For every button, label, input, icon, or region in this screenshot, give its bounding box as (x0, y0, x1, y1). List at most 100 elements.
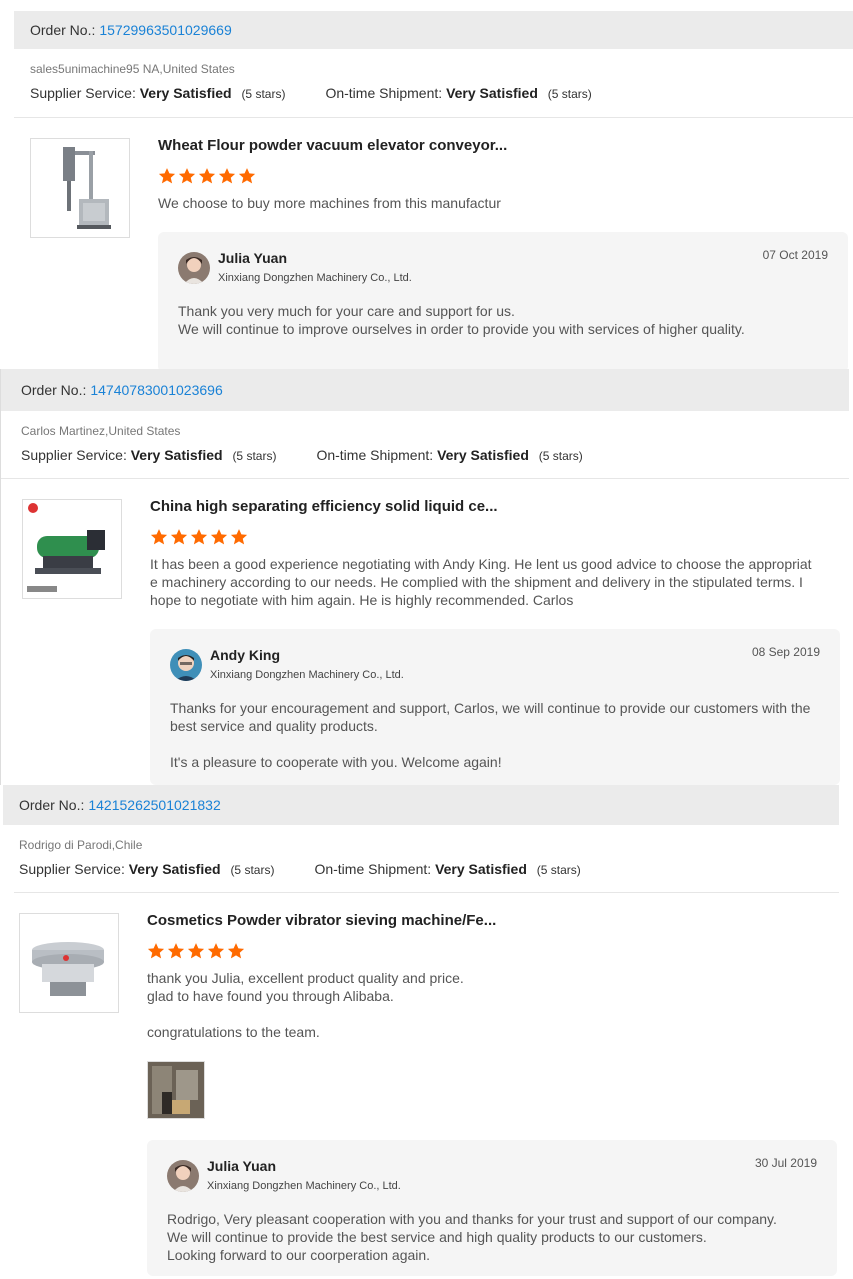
order-label: Order No.: (19, 797, 85, 813)
avatar (178, 252, 210, 284)
attachment-photo (148, 1062, 204, 1118)
vacuum-conveyor-image (31, 139, 129, 237)
product-thumbnail[interactable] (19, 913, 119, 1013)
product-title-link[interactable]: China high separating efficiency solid l… (150, 498, 498, 515)
order-label: Order No.: (21, 382, 87, 398)
buyer-name: Carlos Martinez,United States (21, 424, 181, 438)
review-text: thank you Julia, excellent product quali… (147, 969, 807, 1041)
supplier-service-rating: Supplier Service: Very Satisfied (5 star… (30, 85, 285, 101)
shipment-stars-text: (5 stars) (536, 863, 581, 877)
supplier-service-rating: Supplier Service: Very Satisfied (5 star… (21, 447, 276, 463)
order-number-bar: Order No.: 14215262501021832 (3, 785, 839, 825)
review-text: It has been a good experience negotiatin… (150, 555, 820, 609)
avatar-icon (178, 252, 210, 284)
star-icon (158, 168, 176, 184)
reply-company: Xinxiang Dongzhen Machinery Co., Ltd. (218, 272, 412, 284)
review-body: We choose to buy more machines from this… (158, 195, 501, 211)
order-number-link[interactable]: 14215262501021832 (88, 797, 220, 813)
reply-date: 08 Sep 2019 (751, 645, 820, 659)
reply-text: Rodrigo, Very pleasant cooperation with … (167, 1211, 777, 1263)
star-icon (167, 943, 185, 959)
divider (14, 892, 839, 893)
supplier-label: Supplier Service: (21, 447, 127, 463)
star-rating (158, 167, 256, 185)
review-text: We choose to buy more machines from this… (158, 194, 818, 212)
star-rating (147, 942, 245, 960)
order-card: Order No.: 15729963501029669 sales5unima… (14, 11, 853, 372)
reply-author-name: Julia Yuan (207, 1158, 276, 1174)
shipment-rating: On-time Shipment: Very Satisfied (5 star… (325, 85, 591, 101)
product-title-link[interactable]: Wheat Flour powder vacuum elevator conve… (158, 137, 507, 154)
shipment-stars-text: (5 stars) (538, 449, 583, 463)
buyer-name: Rodrigo di Parodi,Chile (19, 838, 143, 852)
star-icon (190, 529, 208, 545)
reply-author-name: Andy King (210, 647, 280, 663)
product-title-link[interactable]: Cosmetics Powder vibrator sieving machin… (147, 912, 496, 929)
star-icon (210, 529, 228, 545)
supplier-stars-text: (5 stars) (232, 449, 277, 463)
avatar-icon (170, 649, 202, 681)
star-icon (230, 529, 248, 545)
star-icon (170, 529, 188, 545)
reply-text: Thank you very much for your care and su… (178, 303, 745, 337)
shipment-label: On-time Shipment: (325, 85, 443, 101)
shipment-rating-value: Very Satisfied (437, 447, 529, 463)
review-body: thank you Julia, excellent product quali… (147, 970, 464, 1040)
star-icon (238, 168, 256, 184)
reply-author-name: Julia Yuan (218, 250, 287, 266)
divider (14, 117, 853, 118)
rating-summary: Supplier Service: Very Satisfied (5 star… (1, 445, 849, 465)
divider (1, 478, 849, 479)
shipment-rating-value: Very Satisfied (435, 861, 527, 877)
star-icon (178, 168, 196, 184)
supplier-label: Supplier Service: (19, 861, 125, 877)
supplier-stars-text: (5 stars) (241, 87, 286, 101)
order-number-bar: Order No.: 14740783001023696 (1, 369, 849, 411)
product-thumbnail[interactable] (30, 138, 130, 238)
supplier-rating-value: Very Satisfied (128, 861, 221, 877)
star-icon (207, 943, 225, 959)
supplier-rating-value: Very Satisfied (130, 447, 223, 463)
order-card: Order No.: 14215262501021832 Rodrigo di … (3, 785, 839, 1279)
supplier-reply: Julia Yuan Xinxiang Dongzhen Machinery C… (147, 1140, 837, 1276)
order-number-link[interactable]: 15729963501029669 (99, 22, 231, 38)
star-icon (187, 943, 205, 959)
reply-text: Thanks for your encouragement and suppor… (170, 700, 811, 770)
order-number-bar: Order No.: 15729963501029669 (14, 11, 853, 49)
reply-date: 07 Oct 2019 (762, 248, 828, 262)
shipment-rating: On-time Shipment: Very Satisfied (5 star… (316, 447, 582, 463)
reply-company: Xinxiang Dongzhen Machinery Co., Ltd. (210, 669, 404, 681)
avatar (167, 1160, 199, 1192)
rating-summary: Supplier Service: Very Satisfied (5 star… (14, 83, 853, 103)
supplier-reply: Andy King Xinxiang Dongzhen Machinery Co… (150, 629, 840, 785)
reply-date: 30 Jul 2019 (754, 1156, 817, 1170)
order-card: Order No.: 14740783001023696 Carlos Mart… (0, 369, 849, 785)
star-icon (218, 168, 236, 184)
review-body: It has been a good experience negotiatin… (150, 556, 812, 608)
order-label: Order No.: (30, 22, 96, 38)
supplier-label: Supplier Service: (30, 85, 136, 101)
rating-summary: Supplier Service: Very Satisfied (5 star… (3, 859, 839, 879)
supplier-reply: Julia Yuan Xinxiang Dongzhen Machinery C… (158, 232, 848, 372)
shipment-label: On-time Shipment: (316, 447, 434, 463)
vibrating-sieve-image (20, 914, 118, 1012)
review-attachment-image[interactable] (147, 1061, 205, 1119)
star-icon (198, 168, 216, 184)
shipment-rating-value: Very Satisfied (446, 85, 538, 101)
shipment-label: On-time Shipment: (314, 861, 432, 877)
star-rating (150, 528, 248, 546)
supplier-stars-text: (5 stars) (230, 863, 275, 877)
shipment-stars-text: (5 stars) (547, 87, 592, 101)
reply-company: Xinxiang Dongzhen Machinery Co., Ltd. (207, 1180, 401, 1192)
avatar (170, 649, 202, 681)
star-icon (227, 943, 245, 959)
order-number-link[interactable]: 14740783001023696 (90, 382, 222, 398)
product-thumbnail[interactable] (22, 499, 122, 599)
star-icon (147, 943, 165, 959)
screw-press-separator-image (23, 500, 121, 598)
supplier-service-rating: Supplier Service: Very Satisfied (5 star… (19, 861, 274, 877)
shipment-rating: On-time Shipment: Very Satisfied (5 star… (314, 861, 580, 877)
star-icon (150, 529, 168, 545)
buyer-name: sales5unimachine95 NA,United States (30, 62, 235, 76)
avatar-icon (167, 1160, 199, 1192)
